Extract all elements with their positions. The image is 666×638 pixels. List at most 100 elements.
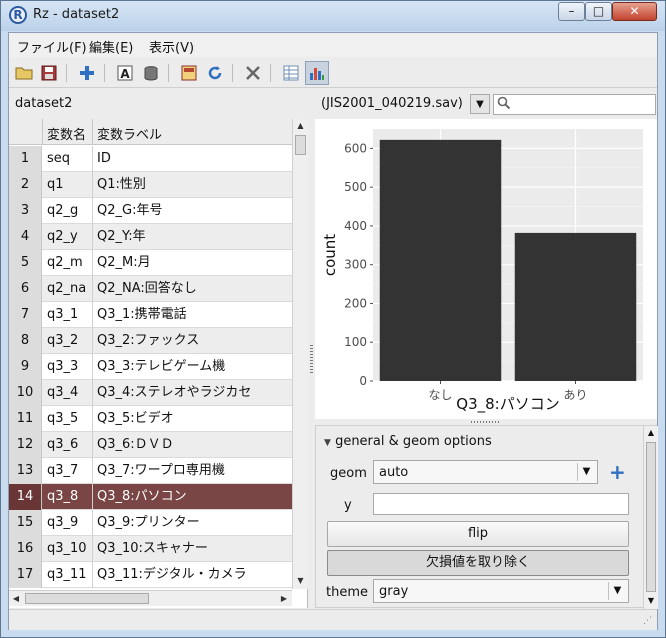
y-input[interactable] <box>373 493 629 515</box>
row-index[interactable]: 1 <box>9 146 42 172</box>
table-row[interactable]: 2 q1 Q1:性別 <box>9 172 292 198</box>
menu-view[interactable]: 表示(V) <box>149 37 194 56</box>
table-row[interactable]: 12 q3_6 Q3_6:ＤＶＤ <box>9 432 292 458</box>
bar-chart: 0 100 200 300 400 500 600 なし あり Q3_8:パソコン count <box>321 129 643 414</box>
variable-name: q2_na <box>47 281 87 296</box>
table-row[interactable]: 8 q3_2 Q3_2:ファックス <box>9 328 292 354</box>
table-row[interactable]: 9 q3_3 Q3_3:テレビゲーム機 <box>9 354 292 380</box>
table-row[interactable]: 10 q3_4 Q3_4:ステレオやラジカセ <box>9 380 292 406</box>
scroll-left-icon[interactable]: ◀ <box>9 591 23 606</box>
close-button[interactable]: ✕ <box>612 2 657 21</box>
row-index[interactable]: 9 <box>9 354 42 380</box>
toolbar: A <box>9 58 657 88</box>
add-geom-button[interactable]: + <box>609 462 626 482</box>
row-index[interactable]: 3 <box>9 198 42 224</box>
svg-text:A: A <box>120 67 130 81</box>
row-index[interactable]: 13 <box>9 458 42 484</box>
table-row[interactable]: 3 q2_g Q2_G:年号 <box>9 198 292 224</box>
table-row[interactable]: 14 q3_8 Q3_8:パソコン <box>9 484 292 510</box>
collapse-arrow-icon[interactable]: ▼ <box>324 438 331 448</box>
scroll-down-icon[interactable]: ▼ <box>293 574 308 588</box>
table-horizontal-scrollbar[interactable]: ◀ ▶ <box>9 590 292 606</box>
chevron-down-icon[interactable]: ▼ <box>577 463 595 481</box>
row-index[interactable]: 5 <box>9 250 42 276</box>
row-index[interactable]: 2 <box>9 172 42 198</box>
save-icon[interactable] <box>39 63 59 83</box>
dataset-bar: dataset2 (JIS2001_040219.sav) ▼ <box>9 90 657 118</box>
table-row[interactable]: 11 q3_5 Q3_5:ビデオ <box>9 406 292 432</box>
table-row[interactable]: 17 q3_11 Q3_11:デジタル・カメラ <box>9 562 292 588</box>
scroll-up-icon[interactable]: ▲ <box>293 119 308 133</box>
row-index[interactable]: 11 <box>9 406 42 432</box>
row-index[interactable]: 8 <box>9 328 42 354</box>
flip-button[interactable]: flip <box>327 521 629 547</box>
row-index[interactable]: 17 <box>9 562 42 588</box>
text-icon[interactable]: A <box>115 63 135 83</box>
scroll-thumb[interactable] <box>646 442 656 592</box>
table-row[interactable]: 13 q3_7 Q3_7:ワープロ専用機 <box>9 458 292 484</box>
variable-name: seq <box>47 151 71 166</box>
app-window: R Rz - dataset2 – □ ✕ ファイル(F) 編集(E) 表示(V… <box>0 0 666 638</box>
minimize-button[interactable]: – <box>558 2 585 21</box>
data-editor-icon[interactable] <box>179 63 199 83</box>
menu-edit[interactable]: 編集(E) <box>89 37 133 56</box>
geom-select[interactable]: auto ▼ <box>373 460 598 484</box>
row-index[interactable]: 12 <box>9 432 42 458</box>
table-body: 1 seq ID 2 q1 Q1:性別 3 q2_g Q2_G:年号 4 q2_y Q2_Y:年 5 q2… <box>9 146 292 589</box>
scroll-up-icon[interactable]: ▲ <box>644 426 658 440</box>
row-index[interactable]: 4 <box>9 224 42 250</box>
row-index[interactable]: 16 <box>9 536 42 562</box>
y-tick-label: 100 <box>344 335 367 349</box>
chevron-down-icon[interactable]: ▼ <box>608 582 626 600</box>
vertical-splitter[interactable] <box>308 119 315 608</box>
scroll-down-icon[interactable]: ▼ <box>644 594 658 608</box>
client-area: ファイル(F) 編集(E) 表示(V) A dataset2 (JIS2001_… <box>8 32 658 630</box>
variable-label: Q3_5:ビデオ <box>97 411 174 426</box>
row-index[interactable]: 6 <box>9 276 42 302</box>
title-bar[interactable]: R Rz - dataset2 – □ ✕ <box>1 1 665 31</box>
table-row[interactable]: 5 q2_m Q2_M:月 <box>9 250 292 276</box>
options-section-header[interactable]: ▼ general & geom options <box>324 434 492 449</box>
theme-select[interactable]: gray ▼ <box>373 579 629 603</box>
hscroll-thumb[interactable] <box>25 593 149 604</box>
variable-label: Q3_6:ＤＶＤ <box>97 437 174 452</box>
chart-view-icon[interactable] <box>305 61 329 85</box>
table-row[interactable]: 16 q3_10 Q3_10:スキャナー <box>9 536 292 562</box>
row-index[interactable]: 7 <box>9 302 42 328</box>
table-row[interactable]: 4 q2_y Q2_Y:年 <box>9 224 292 250</box>
table-view-icon[interactable] <box>281 63 301 83</box>
table-vertical-scrollbar[interactable]: ▲ ▼ <box>292 119 308 589</box>
open-folder-icon[interactable] <box>14 63 34 83</box>
resize-grip-icon[interactable]: ⋰ <box>643 616 655 628</box>
options-scrollbar[interactable]: ▲ ▼ <box>643 426 658 609</box>
tools-icon[interactable] <box>243 63 263 83</box>
add-icon[interactable] <box>77 63 97 83</box>
options-panel: ▼ general & geom options geom auto ▼ + y… <box>315 425 658 609</box>
trash-icon[interactable] <box>141 63 161 83</box>
row-index[interactable]: 10 <box>9 380 42 406</box>
variable-name: q3_1 <box>47 307 79 322</box>
scroll-thumb[interactable] <box>295 135 306 155</box>
variable-name: q3_9 <box>47 515 79 530</box>
table-row[interactable]: 7 q3_1 Q3_1:携帯電話 <box>9 302 292 328</box>
variable-label: ID <box>97 151 111 166</box>
maximize-button[interactable]: □ <box>585 2 612 21</box>
row-index[interactable]: 14 <box>9 484 42 510</box>
column-header-name[interactable]: 変数名 <box>47 124 86 143</box>
scroll-right-icon[interactable]: ▶ <box>277 591 291 606</box>
row-index[interactable]: 15 <box>9 510 42 536</box>
table-row[interactable]: 15 q3_9 Q3_9:プリンター <box>9 510 292 536</box>
dataset-dropdown[interactable]: ▼ <box>470 94 490 114</box>
table-row[interactable]: 6 q2_na Q2_NA:回答なし <box>9 276 292 302</box>
remove-missing-button[interactable]: 欠損値を取り除く <box>327 550 629 576</box>
search-input[interactable] <box>493 94 656 115</box>
y-tick-label: 500 <box>344 180 367 194</box>
column-header-label[interactable]: 変数ラベル <box>97 124 162 143</box>
r-app-icon: R <box>9 6 27 24</box>
variable-label: Q3_11:デジタル・カメラ <box>97 567 247 582</box>
geom-label: geom <box>330 466 367 481</box>
menu-file[interactable]: ファイル(F) <box>17 37 87 56</box>
y-label: y <box>344 498 352 513</box>
refresh-icon[interactable] <box>205 63 225 83</box>
table-row[interactable]: 1 seq ID <box>9 146 292 172</box>
